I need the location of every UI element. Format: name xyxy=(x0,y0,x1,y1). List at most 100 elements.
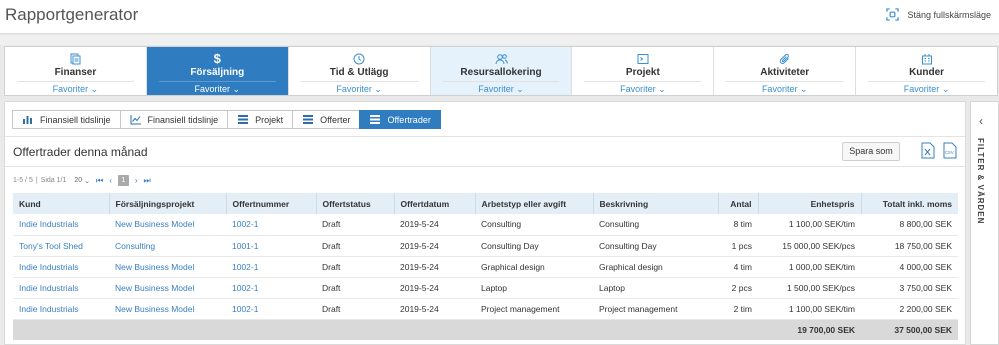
tab-tid-utlagg[interactable]: Tid & Utlägg Favoriter ⌄ xyxy=(288,47,431,95)
current-page-button[interactable]: 1 xyxy=(117,175,129,186)
save-as-button[interactable]: Spara som xyxy=(842,142,900,161)
unit-price: 1 100,00 SEK/tim xyxy=(758,298,861,320)
grand-total: 37 500,00 SEK xyxy=(861,319,958,340)
view-tab-financial-timeline-lines[interactable]: Finansiell tidslinje xyxy=(119,110,228,129)
customer-link[interactable]: Indie Industrials xyxy=(13,214,109,236)
project-icon xyxy=(637,54,649,64)
offer-status: Draft xyxy=(316,277,394,299)
paperclip-icon xyxy=(779,53,789,64)
view-tab-financial-timeline-bars[interactable]: Finansiell tidslinje xyxy=(12,110,120,129)
offer-number-link[interactable]: 1002-1 xyxy=(226,298,316,320)
next-page-icon[interactable]: › xyxy=(135,176,138,185)
offer-number-link[interactable]: 1002-1 xyxy=(226,277,316,299)
project-link[interactable]: Consulting xyxy=(109,235,226,257)
table-row: Indie Industrials New Business Model 100… xyxy=(13,298,958,320)
view-tab-offertrader[interactable]: Offertrader xyxy=(359,110,441,129)
chevron-down-icon: ⌄ xyxy=(516,84,524,94)
offer-date: 2019-5-24 xyxy=(394,256,475,278)
table-header-row: Kund Försäljningsprojekt Offertnummer Of… xyxy=(13,193,958,214)
line-chart-icon xyxy=(130,115,141,125)
excel-export-icon[interactable] xyxy=(921,142,935,159)
favorites-dropdown[interactable]: Favoriter ⌄ xyxy=(300,81,418,95)
exit-fullscreen-button[interactable]: Stäng fullskärmsläge xyxy=(886,8,991,21)
exit-fullscreen-label: Stäng fullskärmsläge xyxy=(907,9,991,20)
result-range: 1-5 / 5 xyxy=(13,177,33,184)
tab-forsaljning[interactable]: $ Försäljning Favoriter ⌄ xyxy=(146,47,289,95)
unit-price: 1 000,00 SEK/tim xyxy=(758,256,861,278)
table-row: Indie Industrials New Business Model 100… xyxy=(13,277,958,299)
offer-date: 2019-5-24 xyxy=(394,277,475,299)
table-row: Tony's Tool Shed Consulting 1001-1 Draft… xyxy=(13,235,958,257)
favorites-dropdown[interactable]: Favoriter ⌄ xyxy=(726,81,844,95)
favorites-dropdown[interactable]: Favoriter ⌄ xyxy=(17,81,134,95)
building-icon xyxy=(921,54,932,65)
column-header[interactable]: Kund xyxy=(13,193,110,214)
list-icon xyxy=(238,115,249,124)
column-header[interactable]: Försäljningsprojekt xyxy=(109,193,227,214)
unit-price-total: 19 700,00 SEK xyxy=(758,319,861,340)
project-link[interactable]: New Business Model xyxy=(109,214,226,236)
chevron-down-icon: ⌄ xyxy=(374,84,382,94)
column-header[interactable]: Antal xyxy=(718,193,759,214)
tab-aktiviteter[interactable]: Aktiviteter Favoriter ⌄ xyxy=(714,47,857,95)
quantity: 2 tim xyxy=(718,298,758,320)
column-header[interactable]: Totalt inkl. moms xyxy=(861,193,958,214)
prev-page-icon[interactable]: ‹ xyxy=(109,176,112,185)
column-header[interactable]: Enhetspris xyxy=(758,193,862,214)
column-header[interactable]: Beskrivning xyxy=(593,193,719,214)
last-page-icon[interactable]: ⏭ xyxy=(144,176,151,186)
work-type: Project management xyxy=(475,298,593,320)
offer-date: 2019-5-24 xyxy=(394,298,475,320)
column-header[interactable]: Offertdatum xyxy=(394,193,476,214)
document-icon xyxy=(70,53,81,65)
view-tabs: Finansiell tidslinje Finansiell tidslinj… xyxy=(12,110,441,129)
offer-number-link[interactable]: 1001-1 xyxy=(226,235,316,257)
bar-chart-icon xyxy=(23,116,32,124)
favorites-dropdown[interactable]: Favoriter ⌄ xyxy=(442,81,560,95)
column-header[interactable]: Arbetstyp eller avgift xyxy=(475,193,594,214)
tab-label: Tid & Utlägg xyxy=(329,67,389,78)
description: Laptop xyxy=(593,277,718,299)
page-size-select[interactable]: 20 ⌄ xyxy=(74,177,90,185)
tab-kunder[interactable]: Kunder Favoriter ⌄ xyxy=(856,47,998,95)
customer-link[interactable]: Indie Industrials xyxy=(13,298,109,320)
tab-finanser[interactable]: Finanser Favoriter ⌄ xyxy=(5,47,147,95)
people-icon xyxy=(495,54,508,65)
description: Graphical design xyxy=(593,256,718,278)
csv-export-icon[interactable]: CSV xyxy=(943,142,957,159)
totals-spacer xyxy=(13,319,758,340)
column-header[interactable]: Offertnummer xyxy=(226,193,317,214)
view-tab-projekt[interactable]: Projekt xyxy=(227,110,293,129)
view-tab-offerter[interactable]: Offerter xyxy=(292,110,360,129)
total-incl-vat: 8 800,00 SEK xyxy=(861,214,958,236)
description: Consulting Day xyxy=(593,235,718,257)
pagination: 1-5 / 5 | Sida 1/1 20 ⌄ ⏮ ‹ 1 › ⏭ xyxy=(13,175,151,186)
spacer xyxy=(0,35,999,45)
favorites-dropdown[interactable]: Favoriter ⌄ xyxy=(158,81,276,95)
quantity: 2 pcs xyxy=(718,277,758,299)
project-link[interactable]: New Business Model xyxy=(109,256,226,278)
filter-panel-label: FILTER & VÄRDEN xyxy=(976,138,985,225)
column-header[interactable]: Offertstatus xyxy=(316,193,395,214)
list-icon xyxy=(303,115,314,124)
project-link[interactable]: New Business Model xyxy=(109,298,226,320)
filter-values-panel-toggle[interactable]: ‹ FILTER & VÄRDEN xyxy=(970,101,999,345)
customer-link[interactable]: Indie Industrials xyxy=(13,277,109,299)
favorites-dropdown[interactable]: Favoriter ⌄ xyxy=(584,81,702,95)
tab-projekt[interactable]: Projekt Favoriter ⌄ xyxy=(572,47,715,95)
offer-number-link[interactable]: 1002-1 xyxy=(226,256,316,278)
customer-link[interactable]: Tony's Tool Shed xyxy=(13,235,109,257)
unit-price: 1 100,00 SEK/tim xyxy=(758,214,861,236)
description: Consulting xyxy=(593,214,718,236)
tab-resursallokering[interactable]: Resursallokering Favoriter ⌄ xyxy=(430,47,573,95)
list-icon xyxy=(370,115,381,124)
customer-link[interactable]: Indie Industrials xyxy=(13,256,109,278)
first-page-icon[interactable]: ⏮ xyxy=(96,176,103,186)
work-type: Graphical design xyxy=(475,256,593,278)
favorites-dropdown[interactable]: Favoriter ⌄ xyxy=(868,81,986,95)
project-link[interactable]: New Business Model xyxy=(109,277,226,299)
quantity: 4 tim xyxy=(718,256,758,278)
work-type: Consulting xyxy=(475,214,593,236)
offer-number-link[interactable]: 1002-1 xyxy=(226,214,316,236)
total-incl-vat: 4 000,00 SEK xyxy=(861,256,958,278)
